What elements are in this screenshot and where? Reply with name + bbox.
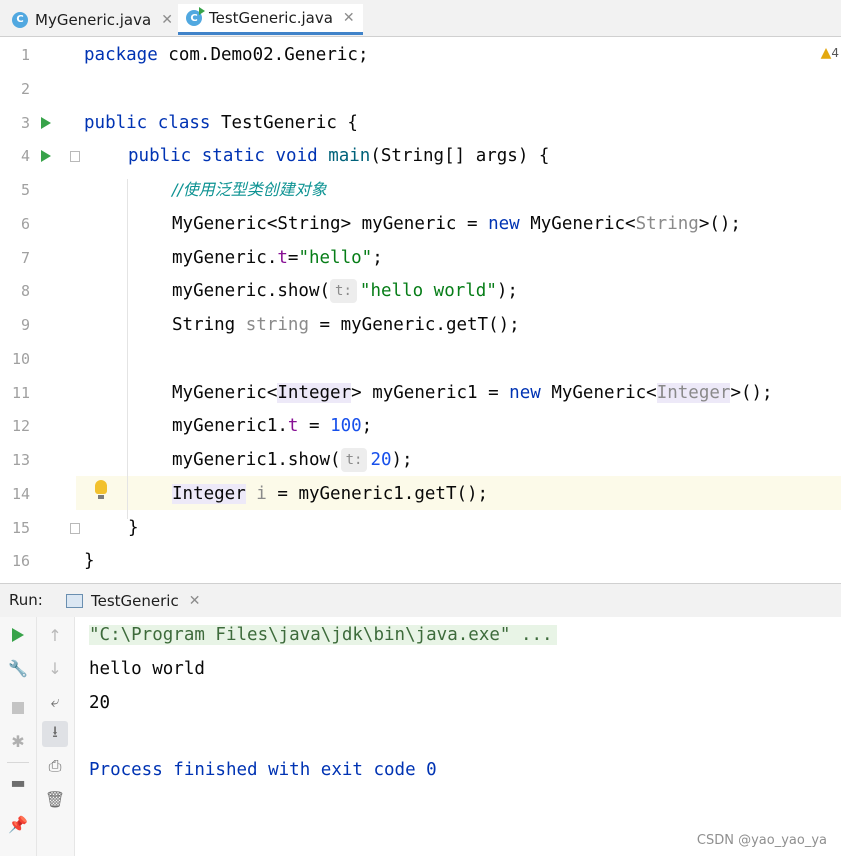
wrench-icon[interactable]: 🔧 bbox=[5, 655, 31, 681]
line-number: 10 bbox=[11, 350, 30, 368]
code-comment: //使用泛型类创建对象 bbox=[172, 180, 327, 199]
rerun-button[interactable] bbox=[5, 622, 31, 648]
line-number: 8 bbox=[20, 282, 30, 300]
tab-label: MyGeneric.java bbox=[35, 10, 152, 29]
code-line: package com.Demo02.Generic; bbox=[84, 45, 369, 65]
tab-testgeneric[interactable]: C TestGeneric.java ✕ bbox=[178, 4, 363, 35]
lightbulb-icon[interactable] bbox=[95, 480, 107, 499]
console-exit-line: Process finished with exit code 0 bbox=[89, 760, 437, 780]
line-number: 13 bbox=[11, 451, 30, 469]
console-output[interactable]: "C:\Program Files\java\jdk\bin\java.exe"… bbox=[75, 617, 841, 856]
run-toolbar-primary: 🔧 ✱ ▬ 📌 bbox=[0, 617, 37, 856]
run-toolbar-secondary: ↑ ↓ ⤶ ⭳ ⎙ 🗑 bbox=[37, 617, 75, 856]
code-line: myGeneric.t="hello"; bbox=[172, 248, 383, 268]
run-panel-label: Run: bbox=[9, 591, 43, 609]
stop-icon bbox=[12, 702, 24, 714]
code-line: myGeneric.show(t: "hello world"); bbox=[172, 279, 518, 303]
fold-marker-icon[interactable] bbox=[70, 523, 80, 534]
console-output-line: hello world bbox=[89, 659, 205, 679]
console-output-line: 20 bbox=[89, 693, 111, 713]
fold-marker-icon[interactable] bbox=[70, 151, 80, 162]
line-number: 2 bbox=[20, 80, 30, 98]
code-editor[interactable]: ▲4 1 2 3 4 5 6 7 8 9 10 11 12 13 14 15 1… bbox=[0, 37, 841, 583]
code-line: myGeneric1.t = 100; bbox=[172, 416, 373, 436]
layout-icon[interactable]: ▬ bbox=[5, 769, 31, 795]
indent-guide bbox=[127, 179, 128, 519]
close-icon[interactable]: ✕ bbox=[189, 593, 201, 609]
code-line: public static void main(String[] args) { bbox=[128, 146, 550, 166]
run-class-icon[interactable] bbox=[41, 117, 51, 129]
code-line: MyGeneric<Integer> myGeneric1 = new MyGe… bbox=[172, 383, 773, 403]
editor-tab-bar: C MyGeneric.java ✕ C TestGeneric.java ✕ bbox=[0, 0, 841, 37]
console-window-icon bbox=[66, 593, 83, 608]
code-line: } bbox=[84, 551, 95, 571]
code-line: Integer i = myGeneric1.getT(); bbox=[172, 484, 489, 504]
runnable-class-icon: C bbox=[186, 7, 205, 26]
code-line: String string = myGeneric.getT(); bbox=[172, 315, 520, 335]
play-icon bbox=[12, 628, 24, 642]
run-main-icon[interactable] bbox=[41, 150, 51, 162]
line-number: 6 bbox=[20, 215, 30, 233]
code-line: } bbox=[128, 518, 139, 538]
parameter-hint: t: bbox=[340, 448, 368, 472]
trash-icon[interactable]: 🗑 bbox=[42, 786, 68, 812]
soft-wrap-icon[interactable]: ⤶ bbox=[42, 689, 68, 715]
line-number: 12 bbox=[11, 417, 30, 435]
run-panel-header: Run: TestGeneric ✕ bbox=[0, 583, 841, 618]
run-tab-label: TestGeneric bbox=[91, 591, 179, 610]
stop-button[interactable] bbox=[5, 695, 31, 721]
close-icon[interactable]: ✕ bbox=[343, 10, 355, 26]
watermark: CSDN @yao_yao_ya bbox=[696, 833, 827, 848]
tab-label: TestGeneric.java bbox=[209, 9, 333, 27]
line-number: 9 bbox=[20, 316, 30, 334]
tab-mygeneric[interactable]: C MyGeneric.java ✕ bbox=[12, 4, 173, 35]
parameter-hint: t: bbox=[330, 279, 357, 303]
line-number: 16 bbox=[11, 552, 30, 570]
console-command-line: "C:\Program Files\java\jdk\bin\java.exe"… bbox=[89, 618, 557, 652]
pin-icon[interactable]: 📌 bbox=[5, 811, 31, 837]
code-line: MyGeneric<String> myGeneric = new MyGene… bbox=[172, 214, 741, 234]
code-line: public class TestGeneric { bbox=[84, 113, 358, 133]
scroll-to-end-icon[interactable]: ⭳ bbox=[42, 721, 68, 747]
class-c-icon: C bbox=[12, 11, 28, 28]
arrow-down-icon[interactable]: ↓ bbox=[42, 655, 68, 681]
print-icon[interactable]: ⎙ bbox=[42, 753, 68, 779]
arrow-up-icon[interactable]: ↑ bbox=[42, 622, 68, 648]
line-number: 1 bbox=[20, 46, 30, 64]
line-number: 5 bbox=[20, 181, 30, 199]
run-tab-testgeneric[interactable]: TestGeneric ✕ bbox=[66, 584, 200, 617]
close-icon[interactable]: ✕ bbox=[161, 12, 173, 28]
line-number: 11 bbox=[11, 384, 30, 402]
warning-indicator[interactable]: ▲4 bbox=[821, 45, 839, 61]
code-line: myGeneric1.show(t: 20); bbox=[172, 448, 413, 472]
line-number: 7 bbox=[20, 249, 30, 267]
debug-bug-icon[interactable]: ✱ bbox=[5, 728, 31, 754]
line-number: 14 bbox=[11, 485, 30, 503]
